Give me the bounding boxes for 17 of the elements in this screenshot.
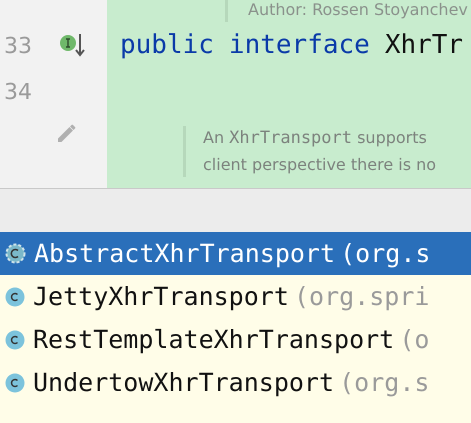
line-number: 33: [4, 34, 33, 58]
doc-comment-text: client perspective there is no: [203, 154, 438, 176]
doc-comment-text: An XhrTransport supports: [203, 127, 428, 150]
code-keyword: public: [120, 30, 214, 60]
implemented-gutter-icon[interactable]: [60, 34, 86, 58]
completion-item[interactable]: JettyXhrTransport (org.spri: [0, 275, 471, 318]
class-icon: [5, 286, 25, 306]
code-keyword: interface: [228, 30, 370, 60]
completion-item[interactable]: RestTemplateXhrTransport (o: [0, 318, 471, 361]
doc-author-text: Author: Rossen Stoyanchev: [248, 0, 468, 19]
code-identifier: XhrTr: [384, 30, 464, 60]
class-icon: [5, 372, 25, 392]
completion-item[interactable]: UndertowXhrTransport (org.s: [0, 361, 471, 404]
abstract-class-icon: [5, 243, 26, 264]
line-number: 34: [4, 80, 33, 104]
class-icon: [5, 330, 25, 350]
completion-item[interactable]: AbstractXhrTransport (org.s: [0, 232, 471, 275]
